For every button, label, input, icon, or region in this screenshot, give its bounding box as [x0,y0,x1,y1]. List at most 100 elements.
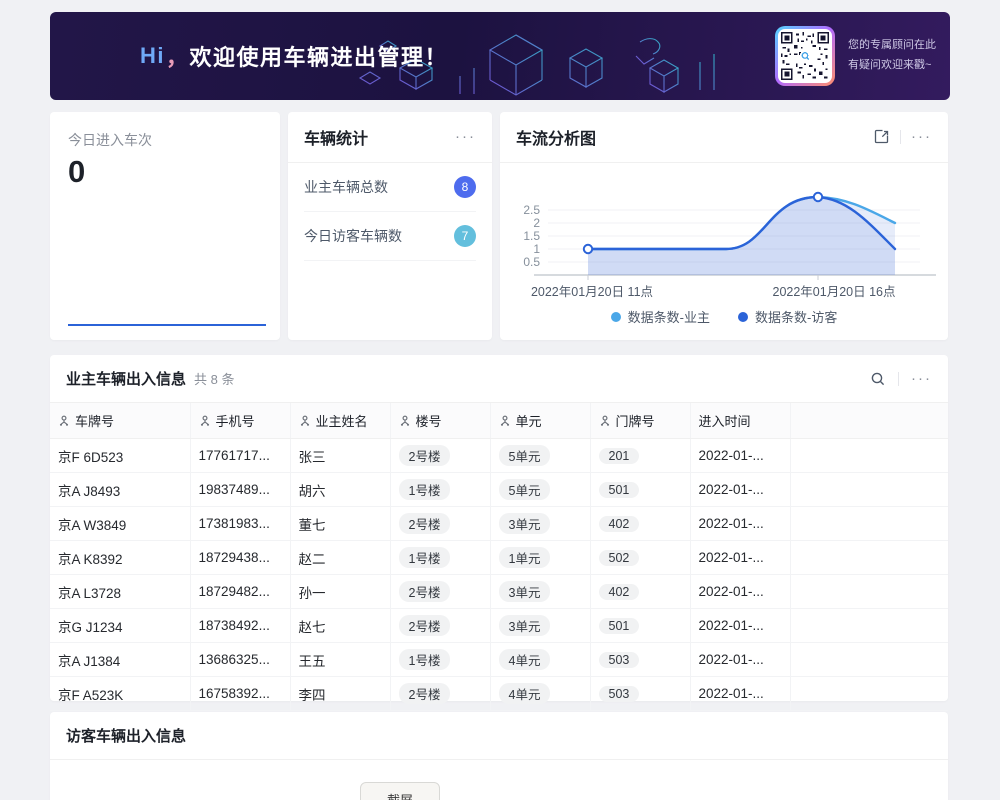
table-row[interactable]: 京F 6D52317761717...张三2号楼5单元2012022-01-..… [50,439,948,473]
tag: 2号楼 [399,513,451,534]
field-type-icon [399,415,411,427]
tag: 1号楼 [399,547,451,568]
cell-plate: 京A J8493 [50,473,190,507]
column-label: 楼号 [416,414,442,429]
cell-name: 赵七 [290,609,390,643]
tag: 1号楼 [399,479,451,500]
field-type-icon [299,415,311,427]
greeting-text: 欢迎使用车辆进出管理！ [190,40,449,72]
traffic-chart-card: 车流分析图 ··· 0.511.522.52022年01月20日 11点2022… [500,112,948,340]
tag: 5单元 [499,445,551,466]
screenshot-button[interactable]: 截屏 [360,782,440,800]
tag: 3单元 [499,615,551,636]
legend-dot-icon [738,312,748,322]
consultant-qr-block: 您的专属顾问在此 有疑问欢迎来戳~ [775,12,936,100]
table-row[interactable]: 京A J138413686325...王五1号楼4单元5032022-01-..… [50,643,948,677]
table-row[interactable]: 京F A523K16758392...李四2号楼4单元5032022-01-..… [50,677,948,711]
cell-empty [790,643,948,677]
tag: 2号楼 [399,445,451,466]
owner-table-header-row: 车牌号 手机号业主姓名 楼号 单元 门牌号进入时间 [50,403,948,439]
cell-time: 2022-01-... [690,473,790,507]
table-row[interactable]: 京A L372818729482...孙一2号楼3单元4022022-01-..… [50,575,948,609]
stat-row-visitor-today: 今日访客车辆数 7 [304,212,476,261]
table-row[interactable]: 京G J123418738492...赵七2号楼3单元5012022-01-..… [50,609,948,643]
svg-text:1.5: 1.5 [523,229,540,243]
svg-text:2: 2 [533,216,540,230]
cell-empty [790,439,948,473]
cell-unit: 5单元 [490,473,590,507]
vehicle-stats-card: 车辆统计 ··· 业主车辆总数 8 今日访客车辆数 7 [288,112,492,340]
tag: 402 [599,584,640,600]
divider [898,372,899,386]
cell-plate: 京F 6D523 [50,439,190,473]
cell-empty [790,677,948,711]
legend-label: 数据条数-业主 [628,307,710,326]
cell-phone: 13686325... [190,643,290,677]
tag: 1号楼 [399,649,451,670]
cell-name: 胡六 [290,473,390,507]
banner-greeting: Hi，欢迎使用车辆进出管理！ [140,12,448,100]
column-label: 车牌号 [75,414,114,429]
more-menu-icon[interactable]: ··· [911,373,932,385]
record-count: 共 8 条 [194,369,234,388]
svg-text:0.5: 0.5 [523,255,540,269]
cell-plate: 京A W3849 [50,507,190,541]
cell-unit: 5单元 [490,439,590,473]
cell-phone: 16758392... [190,677,290,711]
today-entry-card: 今日进入车次 0 [50,112,280,340]
owner-vehicles-card: 业主车辆出入信息 共 8 条 ··· 车牌号手机号业主姓名楼号单元门牌号进入时间… [50,355,948,701]
tag: 2号楼 [399,683,451,704]
cell-building: 1号楼 [390,473,490,507]
greeting-comma: ， [166,40,190,72]
owner-table-body: 京F 6D52317761717...张三2号楼5单元2012022-01-..… [50,439,948,711]
cell-building: 2号楼 [390,507,490,541]
column-header-phone[interactable]: 手机号 [190,403,290,439]
field-type-icon [58,415,70,427]
table-row[interactable]: 京A K839218729438...赵二1号楼1单元5022022-01-..… [50,541,948,575]
tag: 4单元 [499,649,551,670]
legend-dot-icon [611,312,621,322]
column-header-plate[interactable]: 车牌号 [50,403,190,439]
tag: 503 [599,652,640,668]
cell-name: 李四 [290,677,390,711]
cell-building: 2号楼 [390,677,490,711]
cell-time: 2022-01-... [690,507,790,541]
cell-name: 王五 [290,643,390,677]
cell-time: 2022-01-... [690,439,790,473]
column-header-door[interactable]: 门牌号 [590,403,690,439]
column-header-building[interactable]: 楼号 [390,403,490,439]
count-badge: 7 [454,225,476,247]
qr-code [775,26,835,86]
expand-icon[interactable] [874,129,890,145]
field-type-icon [199,415,211,427]
column-header-unit[interactable]: 单元 [490,403,590,439]
metric-label: 今日进入车次 [50,112,280,150]
cell-unit: 1单元 [490,541,590,575]
tag: 502 [599,550,640,566]
tag: 201 [599,448,640,464]
field-type-icon [499,415,511,427]
svg-text:1: 1 [533,242,540,256]
cell-empty [790,473,948,507]
card-title: 车辆统计 [304,125,368,149]
legend-item-visitor[interactable]: 数据条数-访客 [738,307,837,326]
more-menu-icon[interactable]: ··· [455,131,476,143]
cell-name: 董七 [290,507,390,541]
column-header-time[interactable]: 进入时间 [690,403,790,439]
search-icon[interactable] [870,371,886,387]
table-row[interactable]: 京A J849319837489...胡六1号楼5单元5012022-01-..… [50,473,948,507]
legend-item-owner[interactable]: 数据条数-业主 [611,307,710,326]
cell-door: 503 [590,677,690,711]
column-header-name[interactable]: 业主姓名 [290,403,390,439]
tag: 1单元 [499,547,551,568]
table-row[interactable]: 京A W384917381983...董七2号楼3单元4022022-01-..… [50,507,948,541]
qr-caption-line2: 有疑问欢迎来戳~ [848,56,936,76]
stat-row-owner-total: 业主车辆总数 8 [304,163,476,212]
cell-door: 502 [590,541,690,575]
dashboard-page: Hi，欢迎使用车辆进出管理！ [0,0,1000,800]
cell-unit: 3单元 [490,507,590,541]
column-label: 单元 [516,414,542,429]
cell-building: 1号楼 [390,643,490,677]
more-menu-icon[interactable]: ··· [911,131,932,143]
svg-text:2022年01月20日 11点: 2022年01月20日 11点 [531,285,653,299]
